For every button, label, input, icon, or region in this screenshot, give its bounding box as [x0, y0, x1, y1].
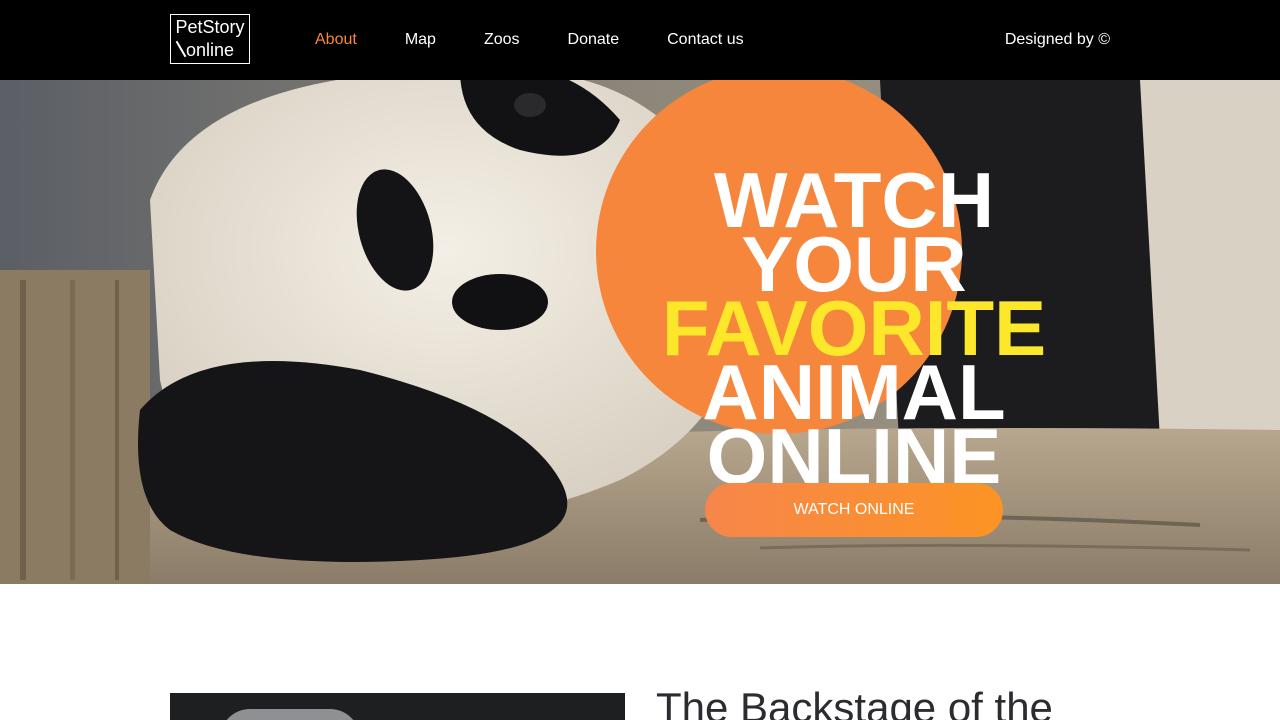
top-nav-bar: PetStory online About Map Zoos Donate Co…	[0, 0, 1280, 80]
nav-item-map[interactable]: Map	[405, 31, 436, 49]
nav-item-zoos[interactable]: Zoos	[484, 31, 520, 49]
nav-item-contact[interactable]: Contact us	[667, 31, 743, 49]
hero-banner: WATCH YOUR FAVORITE ANIMAL ONLINE WATCH …	[0, 80, 1280, 584]
main-nav: About Map Zoos Donate Contact us	[315, 0, 792, 80]
page: PetStory online About Map Zoos Donate Co…	[0, 0, 1280, 720]
logo[interactable]: PetStory online	[170, 14, 250, 64]
backstage-image	[170, 693, 625, 720]
logo-line2-text: online	[185, 40, 235, 60]
watch-online-button[interactable]: WATCH ONLINE	[705, 483, 1003, 537]
section-title: The Backstage of the	[656, 684, 1053, 720]
logo-mark-icon	[175, 40, 187, 58]
nav-item-donate[interactable]: Donate	[568, 31, 620, 49]
designer-credit: Designed by ©	[1004, 31, 1110, 48]
logo-line2: online	[171, 39, 249, 62]
nav-item-about[interactable]: About	[315, 31, 357, 49]
hero-headline: WATCH YOUR FAVORITE ANIMAL ONLINE	[600, 161, 1108, 501]
headline-line5: ONLINE	[706, 412, 1002, 501]
backstage-image-shape	[220, 709, 360, 720]
logo-line1: PetStory	[175, 17, 245, 37]
